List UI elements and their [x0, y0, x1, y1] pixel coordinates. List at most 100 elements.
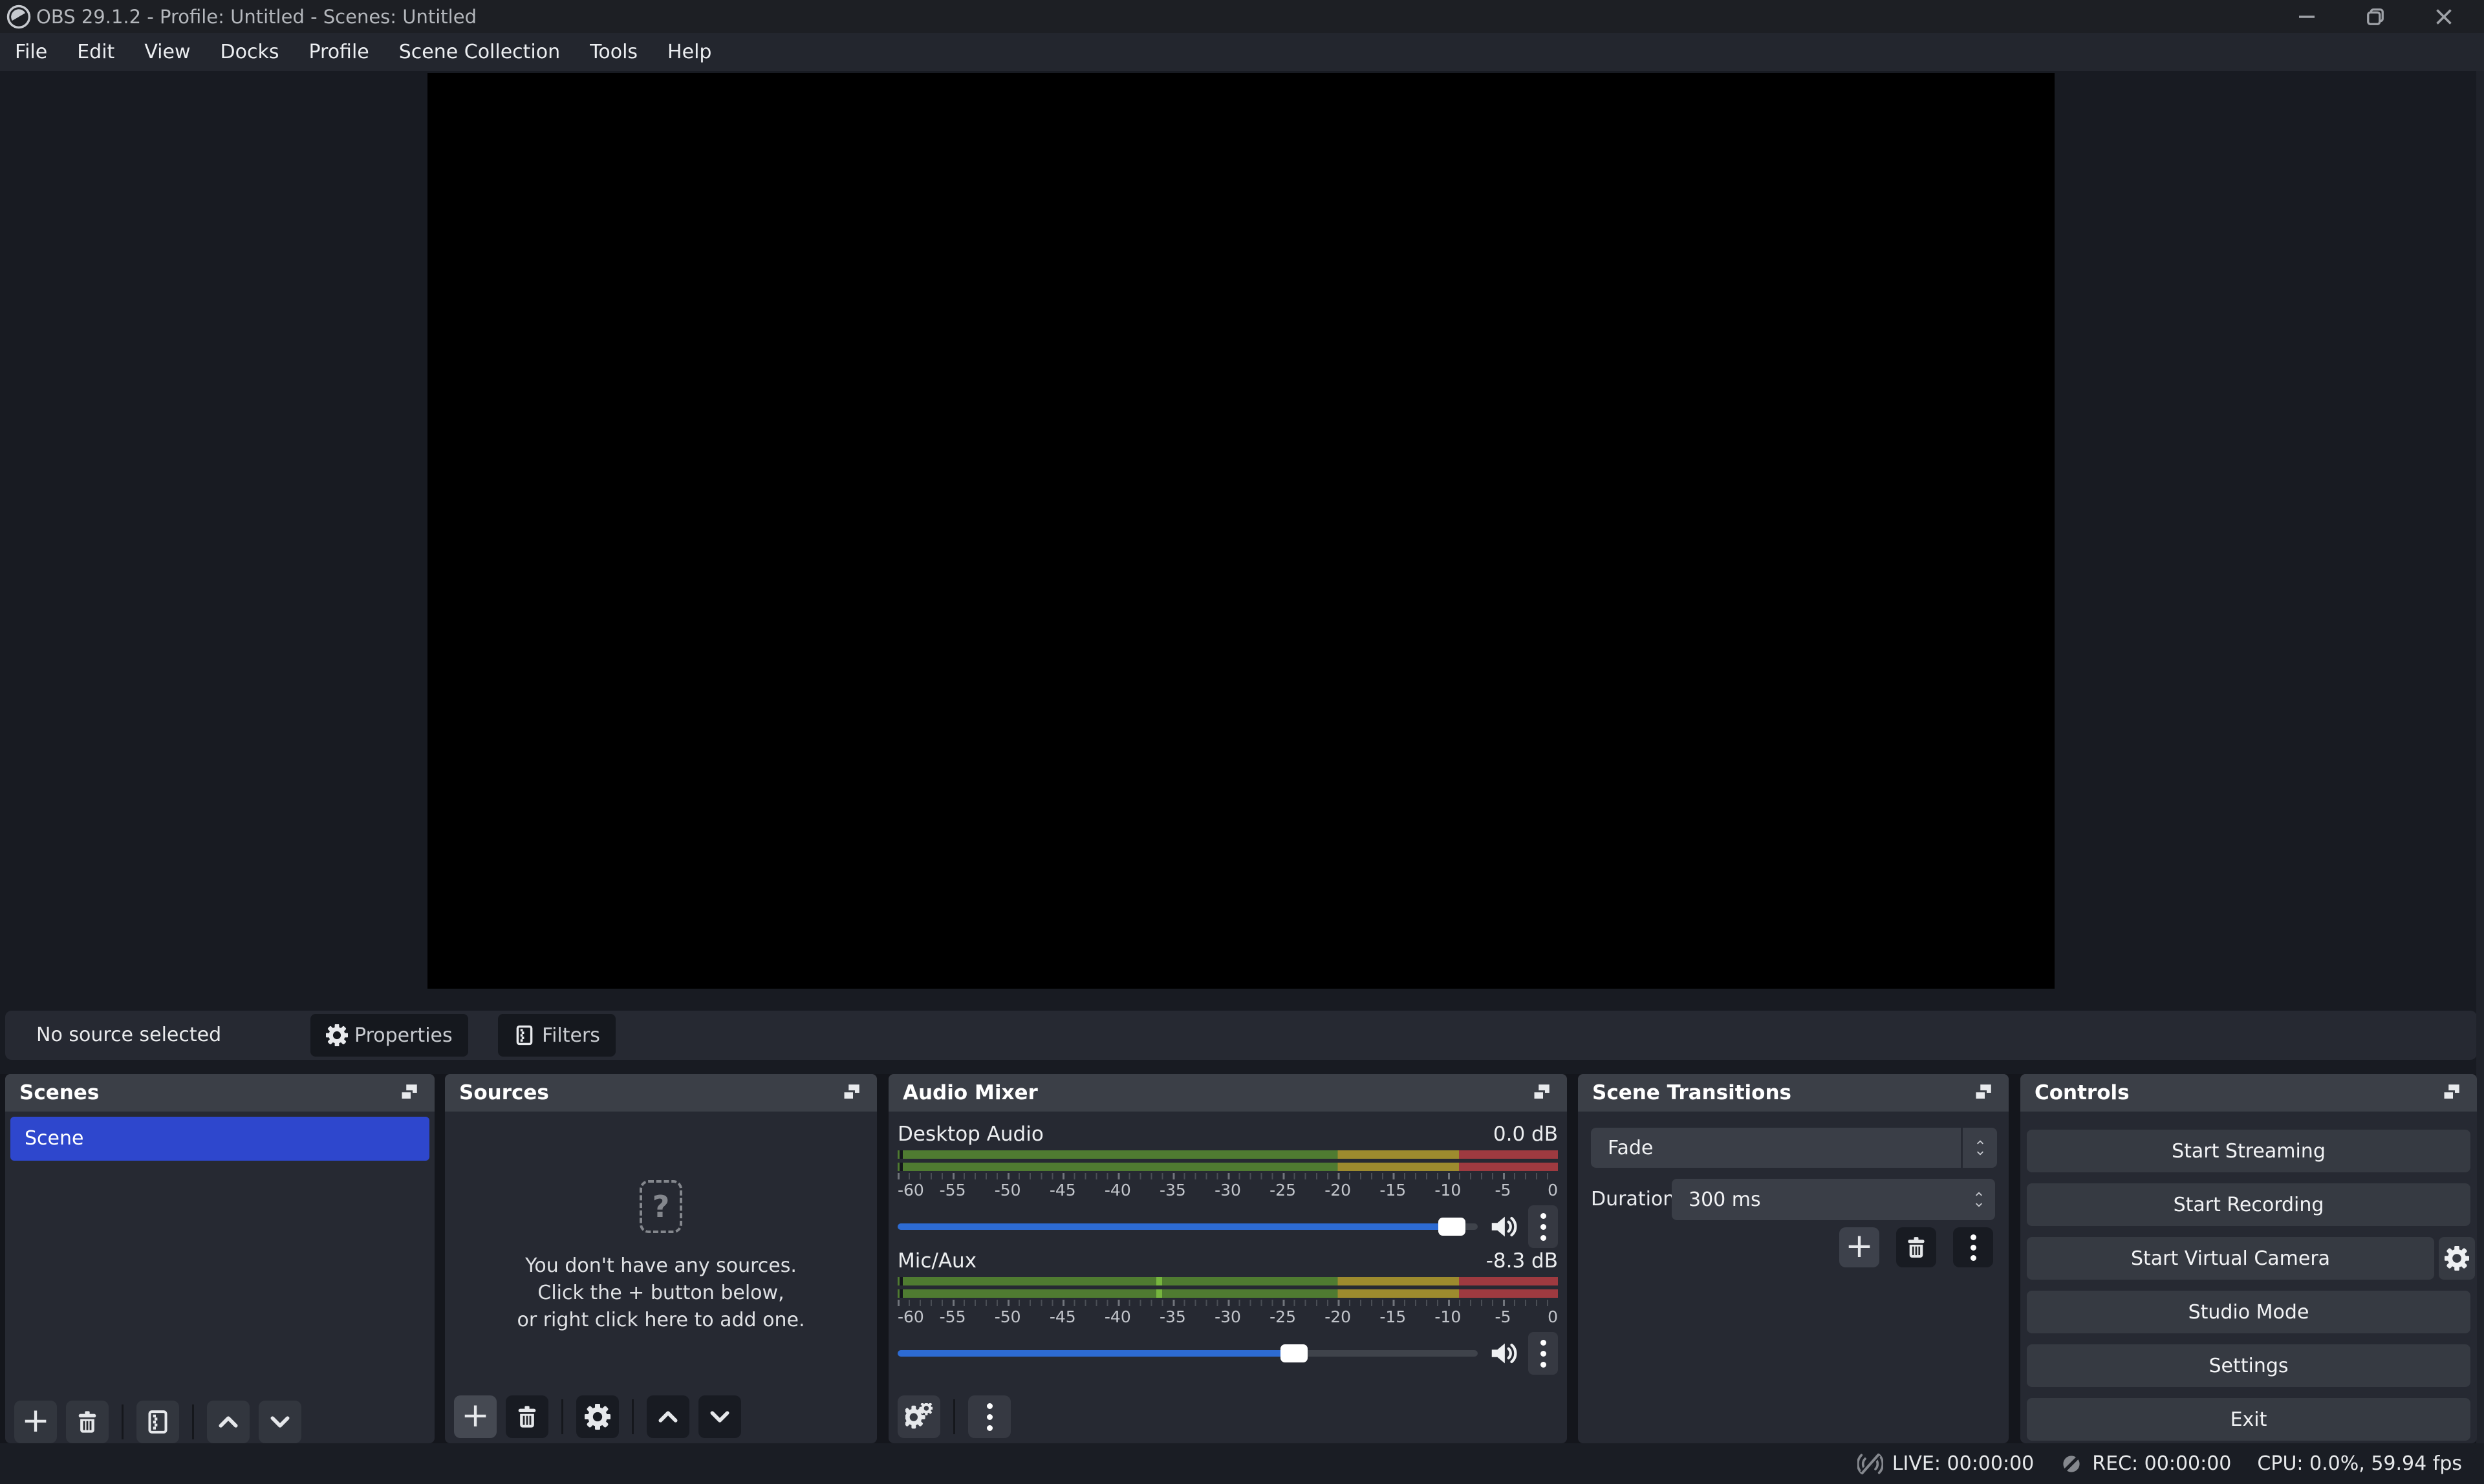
volume-slider-fill — [898, 1223, 1452, 1230]
transition-select[interactable]: Fade — [1591, 1128, 1997, 1168]
transition-selected-value: Fade — [1591, 1137, 1653, 1159]
move-source-down-button[interactable] — [698, 1395, 741, 1438]
virtual-camera-settings-button[interactable] — [2439, 1237, 2475, 1280]
mixer-options-button[interactable] — [968, 1395, 1011, 1438]
trash-icon — [514, 1404, 540, 1430]
remove-source-button[interactable] — [506, 1395, 548, 1438]
chevron-up-icon — [1972, 1190, 1986, 1198]
duration-value: 300 ms — [1672, 1188, 1761, 1211]
menu-tools[interactable]: Tools — [575, 33, 653, 71]
preview-area: No source selected Properties Filters — [0, 71, 2484, 1074]
question-mark-icon: ? — [640, 1180, 682, 1233]
popout-icon[interactable] — [1529, 1081, 1553, 1104]
chevron-down-icon — [707, 1404, 733, 1430]
program-canvas[interactable] — [427, 73, 2055, 989]
remove-transition-button[interactable] — [1896, 1227, 1936, 1267]
chevron-up-icon — [655, 1404, 681, 1430]
popout-icon[interactable] — [1971, 1081, 1994, 1104]
trash-icon — [1904, 1235, 1928, 1260]
start-virtual-camera-button[interactable]: Start Virtual Camera — [2027, 1237, 2434, 1280]
scenes-toolbar: + — [14, 1401, 301, 1443]
speaker-icon[interactable] — [1488, 1339, 1518, 1368]
scene-transitions-panel: Scene Transitions Fade Duration 300 ms + — [1578, 1074, 2009, 1443]
audio-mixer-toolbar — [898, 1395, 1011, 1438]
rec-status: REC: 00:00:00 — [2060, 1452, 2231, 1476]
toolbar-separator — [561, 1399, 563, 1434]
menu-help[interactable]: Help — [653, 33, 726, 71]
menu-profile[interactable]: Profile — [294, 33, 383, 71]
popout-icon[interactable] — [839, 1081, 863, 1104]
gear-icon — [326, 1024, 348, 1046]
volume-slider[interactable] — [898, 1223, 1478, 1230]
scenes-panel: Scenes Scene + — [5, 1074, 435, 1443]
audio-mixer-title: Audio Mixer — [903, 1081, 1038, 1104]
popout-icon[interactable] — [397, 1081, 420, 1104]
volume-slider-fill — [898, 1350, 1294, 1357]
trash-icon — [74, 1409, 100, 1435]
channel-options-button[interactable] — [1528, 1205, 1558, 1248]
popout-icon[interactable] — [2439, 1081, 2463, 1104]
meter-level-marker — [900, 1163, 903, 1171]
exit-button[interactable]: Exit — [2027, 1398, 2470, 1441]
properties-button[interactable]: Properties — [310, 1014, 468, 1057]
studio-mode-button[interactable]: Studio Mode — [2027, 1291, 2470, 1333]
advanced-audio-button[interactable] — [898, 1395, 940, 1438]
properties-label: Properties — [354, 1024, 453, 1047]
duration-label: Duration — [1591, 1179, 1675, 1220]
obs-logo-icon — [6, 5, 31, 29]
plus-icon: + — [461, 1399, 490, 1432]
menu-edit[interactable]: Edit — [62, 33, 129, 71]
restore-button[interactable] — [2362, 4, 2388, 30]
source-status-text: No source selected — [36, 1011, 221, 1060]
filter-icon — [145, 1409, 171, 1435]
source-properties-button[interactable] — [576, 1395, 619, 1438]
menu-scene-collection[interactable]: Scene Collection — [384, 33, 575, 71]
move-scene-down-button[interactable] — [259, 1401, 301, 1443]
meter-level-marker — [900, 1289, 903, 1298]
scene-list-item[interactable]: Scene — [10, 1117, 429, 1161]
cpu-status: CPU: 0.0%, 59.94 fps — [2257, 1452, 2462, 1475]
toolbar-separator — [192, 1404, 194, 1439]
move-scene-up-button[interactable] — [207, 1401, 250, 1443]
scene-filters-button[interactable] — [136, 1401, 179, 1443]
sources-panel-header: Sources — [445, 1074, 877, 1112]
cpu-fps-text: CPU: 0.0%, 59.94 fps — [2257, 1452, 2462, 1475]
meter-ticks — [898, 1300, 1558, 1306]
window-controls — [2294, 4, 2484, 30]
live-timer: LIVE: 00:00:00 — [1892, 1452, 2034, 1475]
channel-options-button[interactable] — [1528, 1332, 1558, 1375]
meter-level-marker — [900, 1150, 903, 1159]
select-arrows — [1961, 1128, 1997, 1168]
duration-spinbox[interactable]: 300 ms — [1672, 1179, 1995, 1220]
add-source-button[interactable]: + — [454, 1395, 497, 1438]
speaker-icon[interactable] — [1488, 1212, 1518, 1242]
live-status: LIVE: 00:00:00 — [1857, 1451, 2034, 1477]
move-source-up-button[interactable] — [647, 1395, 689, 1438]
volume-slider-handle[interactable] — [1280, 1344, 1308, 1362]
chevron-down-icon — [267, 1409, 293, 1435]
channel-name: Desktop Audio — [898, 1123, 1044, 1146]
menu-file[interactable]: File — [0, 33, 62, 71]
menu-view[interactable]: View — [129, 33, 205, 71]
volume-meter: -60 -55 -50 -45 -40 -35 -30 -25 -20 -15 … — [898, 1150, 1558, 1200]
minimize-button[interactable] — [2294, 4, 2320, 30]
volume-slider[interactable] — [898, 1350, 1478, 1357]
menu-bar: File Edit View Docks Profile Scene Colle… — [0, 33, 2484, 71]
settings-button[interactable]: Settings — [2027, 1344, 2470, 1387]
meter-scale: -60 -55 -50 -45 -40 -35 -30 -25 -20 -15 … — [898, 1181, 1558, 1200]
empty-text-line3: or right click here to add one. — [445, 1307, 877, 1334]
add-transition-button[interactable]: + — [1839, 1227, 1879, 1267]
scene-transitions-header: Scene Transitions — [1578, 1074, 2009, 1112]
transition-options-button[interactable] — [1953, 1227, 1993, 1267]
menu-docks[interactable]: Docks — [206, 33, 294, 71]
close-button[interactable] — [2431, 4, 2457, 30]
filters-button[interactable]: Filters — [498, 1014, 616, 1057]
add-scene-button[interactable]: + — [14, 1401, 57, 1443]
remove-scene-button[interactable] — [66, 1401, 109, 1443]
chevron-up-icon — [1973, 1138, 1987, 1146]
start-recording-button[interactable]: Start Recording — [2027, 1183, 2470, 1226]
broadcast-off-icon — [1857, 1451, 1883, 1477]
volume-slider-handle[interactable] — [1438, 1218, 1465, 1236]
start-streaming-button[interactable]: Start Streaming — [2027, 1130, 2470, 1172]
spinner-arrows[interactable] — [1972, 1190, 1995, 1209]
